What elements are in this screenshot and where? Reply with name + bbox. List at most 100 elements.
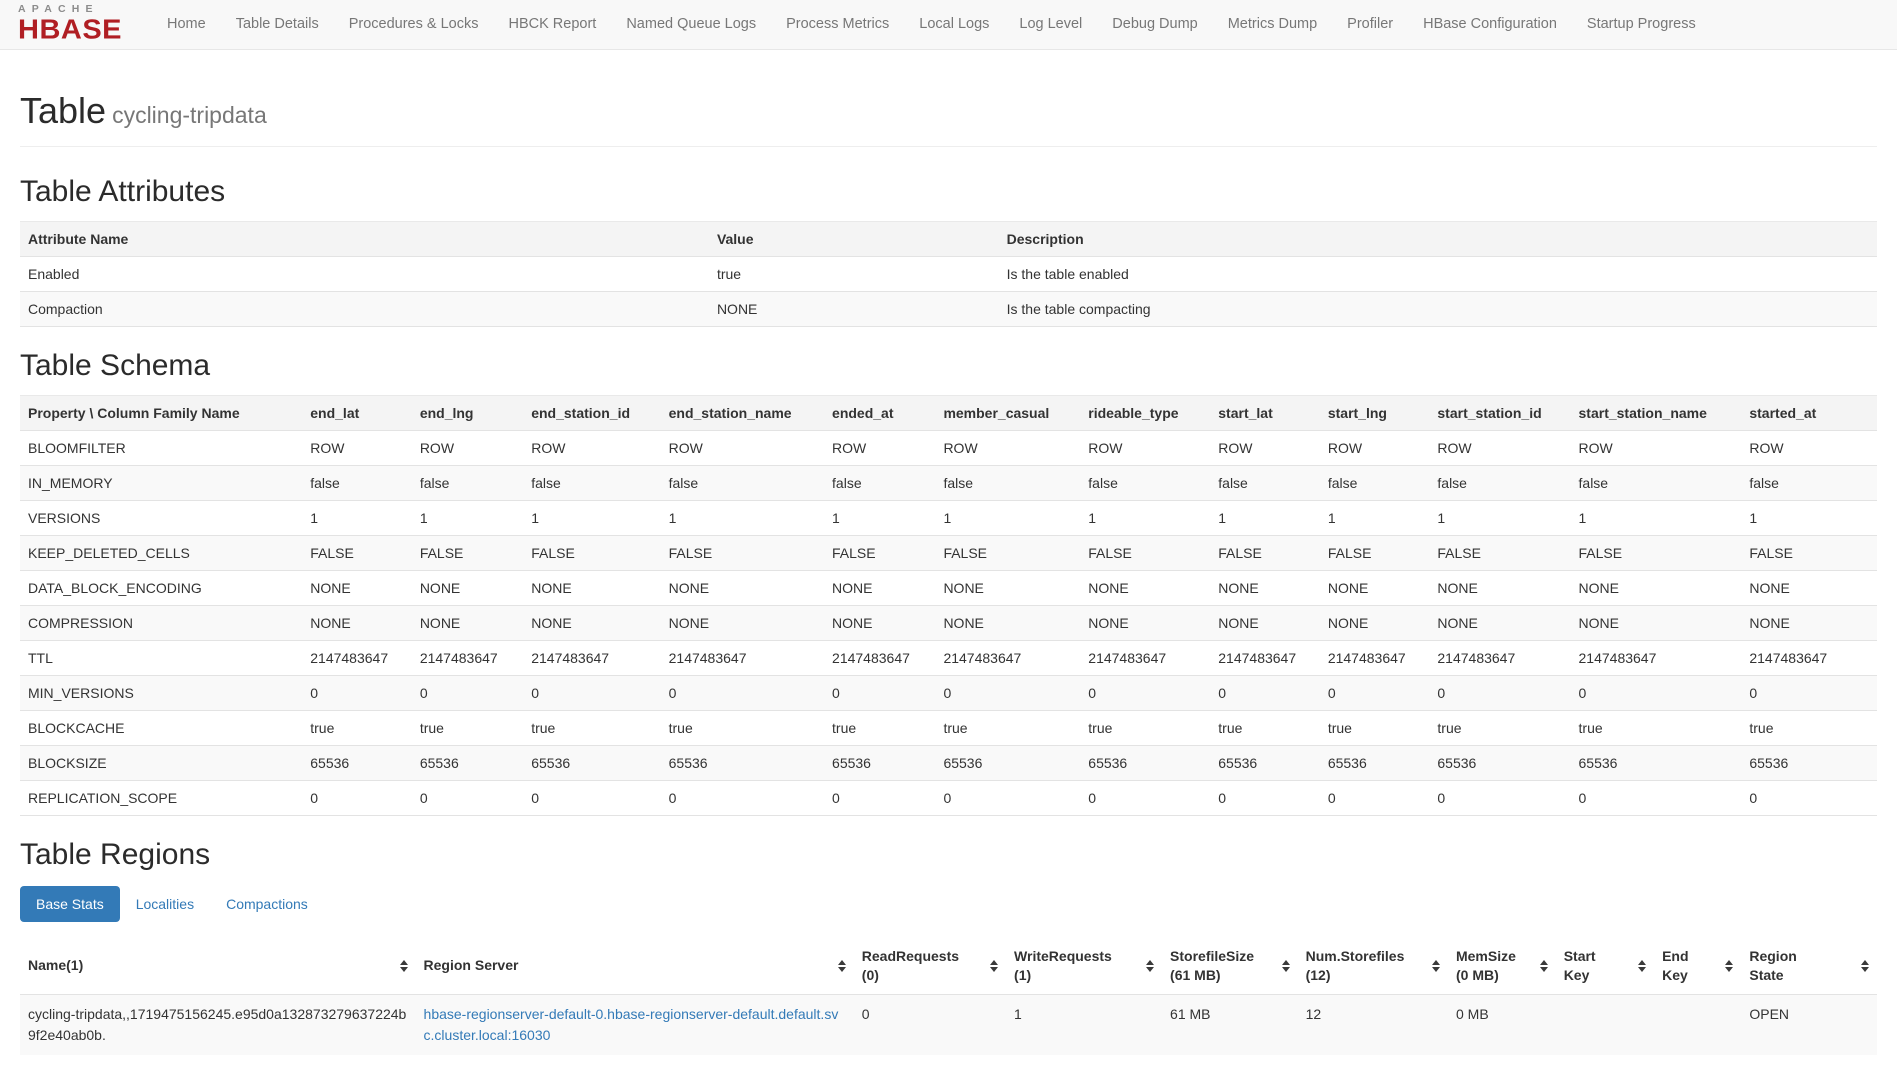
attribute-row-enabled: EnabledtrueIs the table enabled [20, 257, 1877, 292]
schema-col-end-lat: end_lat [302, 396, 412, 431]
schema-row-keep-deleted-cells: KEEP_DELETED_CELLSFALSEFALSEFALSEFALSEFA… [20, 536, 1877, 571]
schema-value-cell: 1 [824, 501, 935, 536]
sort-icon[interactable] [990, 960, 998, 972]
attribute-value-cell: true [709, 257, 999, 292]
nav-item-named-queue-logs[interactable]: Named Queue Logs [611, 0, 771, 49]
schema-col-started-at: started_at [1741, 396, 1877, 431]
schema-value-cell: true [1080, 711, 1210, 746]
region-tabs: Base StatsLocalitiesCompactions [20, 886, 1877, 922]
schema-col-rideable-type: rideable_type [1080, 396, 1210, 431]
schema-value-cell: NONE [1429, 571, 1570, 606]
schema-value-cell: 0 [1210, 676, 1320, 711]
schema-value-cell: 0 [1571, 676, 1742, 711]
schema-property-cell: BLOCKSIZE [20, 746, 302, 781]
tab-base-stats[interactable]: Base Stats [20, 886, 120, 922]
nav-item-hbck-report[interactable]: HBCK Report [493, 0, 611, 49]
regions-col-name-1[interactable]: Name(1) [20, 938, 416, 994]
regions-col-label: ReadRequests(0) [862, 947, 959, 985]
attribute-row-compaction: CompactionNONEIs the table compacting [20, 292, 1877, 327]
nav-item-log-level[interactable]: Log Level [1004, 0, 1097, 49]
schema-value-cell: FALSE [412, 536, 523, 571]
schema-value-cell: NONE [412, 606, 523, 641]
regions-col-readrequests-0[interactable]: ReadRequests(0) [854, 938, 1006, 994]
sort-icon[interactable] [1725, 960, 1733, 972]
schema-value-cell: 0 [1741, 676, 1877, 711]
regions-col-label: StartKey [1564, 947, 1596, 985]
sort-icon[interactable] [838, 960, 846, 972]
schema-value-cell: NONE [1741, 606, 1877, 641]
nav-item-metrics-dump[interactable]: Metrics Dump [1213, 0, 1332, 49]
regions-col-region-server[interactable]: Region Server [416, 938, 854, 994]
attributes-col-description: Description [999, 222, 1877, 257]
nav-item-procedures-locks[interactable]: Procedures & Locks [334, 0, 494, 49]
schema-value-cell: true [1571, 711, 1742, 746]
schema-value-cell: NONE [824, 571, 935, 606]
hbase-logo[interactable]: APACHE HBASE [18, 4, 122, 45]
attributes-col-attribute-name: Attribute Name [20, 222, 709, 257]
regions-col-storefilesize-61-mb[interactable]: StorefileSize(61 MB) [1162, 938, 1298, 994]
schema-value-cell: ROW [1320, 431, 1430, 466]
schema-value-cell: false [302, 466, 412, 501]
title-divider [20, 146, 1877, 147]
schema-value-cell: 2147483647 [302, 641, 412, 676]
region-server-link[interactable]: hbase-regionserver-default-0.hbase-regio… [424, 1006, 839, 1043]
region-num-storefiles-cell: 12 [1298, 994, 1448, 1055]
top-navbar: APACHE HBASE HomeTable DetailsProcedures… [0, 0, 1897, 50]
sort-icon[interactable] [1432, 960, 1440, 972]
nav-item-table-details[interactable]: Table Details [221, 0, 334, 49]
nav-item-process-metrics[interactable]: Process Metrics [771, 0, 904, 49]
schema-value-cell: 65536 [302, 746, 412, 781]
schema-value-cell: 0 [1741, 781, 1877, 816]
sort-icon[interactable] [1146, 960, 1154, 972]
schema-value-cell: false [661, 466, 824, 501]
schema-property-cell: KEEP_DELETED_CELLS [20, 536, 302, 571]
nav-item-home[interactable]: Home [152, 0, 221, 49]
region-storefile-size-cell: 61 MB [1162, 994, 1298, 1055]
schema-value-cell: ROW [523, 431, 660, 466]
schema-value-cell: true [1429, 711, 1570, 746]
schema-col-property: Property \ Column Family Name [20, 396, 302, 431]
region-state-cell: OPEN [1741, 994, 1877, 1055]
sort-icon[interactable] [1861, 960, 1869, 972]
schema-value-cell: 2147483647 [1429, 641, 1570, 676]
schema-value-cell: FALSE [1429, 536, 1570, 571]
schema-value-cell: FALSE [1210, 536, 1320, 571]
schema-value-cell: ROW [824, 431, 935, 466]
schema-value-cell: ROW [661, 431, 824, 466]
regions-col-region-state[interactable]: RegionState [1741, 938, 1877, 994]
schema-value-cell: 65536 [824, 746, 935, 781]
schema-value-cell: 65536 [1210, 746, 1320, 781]
schema-value-cell: FALSE [1320, 536, 1430, 571]
sort-icon[interactable] [400, 960, 408, 972]
tab-compactions[interactable]: Compactions [210, 886, 324, 922]
sort-icon[interactable] [1638, 960, 1646, 972]
schema-value-cell: 65536 [1429, 746, 1570, 781]
regions-col-start-key[interactable]: StartKey [1556, 938, 1654, 994]
table-schema-heading: Table Schema [20, 349, 1877, 383]
schema-value-cell: false [1741, 466, 1877, 501]
regions-col-writerequests-1[interactable]: WriteRequests(1) [1006, 938, 1162, 994]
page-title-table-name: cycling-tripdata [112, 102, 267, 128]
table-regions-heading: Table Regions [20, 838, 1877, 872]
regions-col-memsize-0-mb[interactable]: MemSize(0 MB) [1448, 938, 1556, 994]
schema-value-cell: 0 [1320, 781, 1430, 816]
nav-item-local-logs[interactable]: Local Logs [904, 0, 1004, 49]
nav-item-hbase-configuration[interactable]: HBase Configuration [1408, 0, 1572, 49]
nav-item-debug-dump[interactable]: Debug Dump [1097, 0, 1212, 49]
schema-value-cell: 65536 [1080, 746, 1210, 781]
regions-col-end-key[interactable]: EndKey [1654, 938, 1741, 994]
sort-icon[interactable] [1540, 960, 1548, 972]
schema-value-cell: false [412, 466, 523, 501]
regions-col-num-storefiles-12[interactable]: Num.Storefiles(12) [1298, 938, 1448, 994]
schema-value-cell: NONE [523, 571, 660, 606]
schema-value-cell: true [302, 711, 412, 746]
sort-icon[interactable] [1282, 960, 1290, 972]
tab-localities[interactable]: Localities [120, 886, 210, 922]
nav-item-profiler[interactable]: Profiler [1332, 0, 1408, 49]
schema-value-cell: ROW [1741, 431, 1877, 466]
region-server-cell: hbase-regionserver-default-0.hbase-regio… [416, 994, 854, 1055]
nav-item-startup-progress[interactable]: Startup Progress [1572, 0, 1711, 49]
schema-value-cell: 0 [935, 676, 1080, 711]
schema-property-cell: MIN_VERSIONS [20, 676, 302, 711]
table-regions-table: Name(1)Region ServerReadRequests(0) Write… [20, 938, 1877, 1055]
